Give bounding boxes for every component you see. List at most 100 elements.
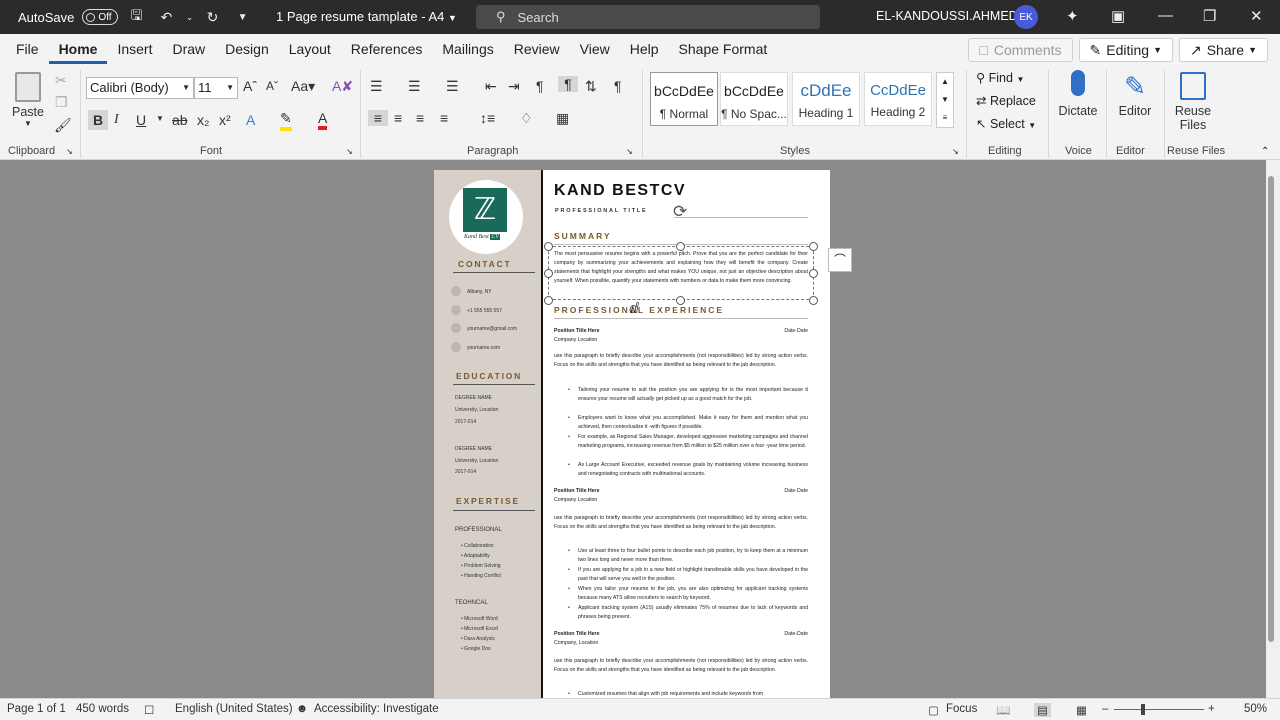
bullets-icon[interactable]: ☰ xyxy=(370,78,383,95)
format-painter-icon[interactable]: 🖌 xyxy=(54,117,72,134)
cut-icon[interactable]: ✂ xyxy=(55,72,67,89)
close-icon[interactable]: ✕ xyxy=(1250,7,1263,25)
text-box-selection[interactable] xyxy=(548,246,814,300)
align-right-icon[interactable]: ≡ xyxy=(416,110,424,126)
reuse-files-button[interactable]: Reuse Files xyxy=(1168,70,1218,132)
user-name[interactable]: EL-KANDOUSSI.AHMED xyxy=(876,9,1018,23)
zoom-slider-thumb[interactable] xyxy=(1141,704,1145,715)
tab-insert[interactable]: Insert xyxy=(107,34,162,64)
focus-button[interactable]: Focus xyxy=(946,703,977,715)
resize-handle[interactable] xyxy=(544,242,553,251)
copy-icon[interactable]: ❐ xyxy=(55,94,68,111)
scrollbar-thumb[interactable] xyxy=(1268,176,1274,642)
superscript-icon[interactable]: x² xyxy=(219,112,231,128)
proofing-icon[interactable]: ☐ xyxy=(144,703,154,717)
font-size-select[interactable]: 11 ▼ xyxy=(194,77,238,99)
clear-formatting-icon[interactable]: A✘ xyxy=(332,78,353,95)
tab-file[interactable]: File xyxy=(6,34,49,64)
save-icon[interactable]: 🖫 xyxy=(126,5,148,29)
shrink-font-icon[interactable]: Aˇ xyxy=(266,79,278,93)
find-button[interactable]: ⚲ Find ▼ xyxy=(976,70,1024,85)
clipboard-launcher-icon[interactable]: ↘ xyxy=(66,147,73,156)
resize-handle[interactable] xyxy=(544,269,553,278)
word-count[interactable]: 450 words xyxy=(76,703,129,715)
ribbon-display-icon[interactable]: ▣ xyxy=(1111,7,1125,25)
resize-handle[interactable] xyxy=(544,296,553,305)
tab-shape-format[interactable]: Shape Format xyxy=(669,34,778,64)
read-mode-icon[interactable]: 📖 xyxy=(996,703,1010,717)
font-name-select[interactable]: Calibri (Body) ▼ xyxy=(86,77,194,99)
tab-review[interactable]: Review xyxy=(504,34,570,64)
ltr-icon[interactable]: ¶ xyxy=(536,78,544,94)
collapse-ribbon-icon[interactable]: ⌃ xyxy=(1261,146,1269,157)
share-button[interactable]: ↗ Share ▼ xyxy=(1178,38,1268,62)
customize-toolbar-icon[interactable]: ▼ xyxy=(232,12,254,23)
change-case-icon[interactable]: Aa▾ xyxy=(291,78,315,95)
highlight-icon[interactable]: ✎ xyxy=(280,110,292,131)
resize-handle[interactable] xyxy=(809,296,818,305)
undo-icon[interactable]: ↶ xyxy=(156,9,178,26)
rotate-handle-icon[interactable]: ⟳ xyxy=(673,202,687,222)
underline-dropdown-icon[interactable]: ▼ xyxy=(156,114,164,123)
zoom-level[interactable]: 50% xyxy=(1244,703,1267,715)
tab-view[interactable]: View xyxy=(570,34,620,64)
styles-scroll[interactable]: ▲ ▼ ≡ xyxy=(936,72,954,128)
zoom-slider[interactable] xyxy=(1114,709,1204,710)
resize-handle[interactable] xyxy=(676,296,685,305)
shading-icon[interactable]: ♢ xyxy=(520,110,533,127)
tab-design[interactable]: Design xyxy=(215,34,279,64)
decrease-indent-icon[interactable]: ⇤ xyxy=(485,78,497,95)
resize-handle[interactable] xyxy=(809,269,818,278)
paste-button[interactable]: Paste ▼ xyxy=(10,72,46,128)
page-count[interactable]: Page 1 of 1 xyxy=(7,703,66,715)
resize-handle[interactable] xyxy=(809,242,818,251)
document-title[interactable]: 1 Page resume tamplate - A4 ▼ xyxy=(276,9,457,24)
replace-button[interactable]: ⇄ Replace xyxy=(976,93,1036,108)
tab-draw[interactable]: Draw xyxy=(162,34,215,64)
comments-button[interactable]: □ Comments xyxy=(968,38,1073,62)
strikethrough-icon[interactable]: ab xyxy=(172,112,188,128)
style-heading-2[interactable]: CcDdEe Heading 2 xyxy=(864,72,932,126)
align-left-icon[interactable]: ≡ xyxy=(368,110,388,126)
search-box[interactable]: ⚲ Search xyxy=(476,5,820,29)
resize-handle[interactable] xyxy=(676,242,685,251)
style-heading-1[interactable]: cDdEe Heading 1 xyxy=(792,72,860,126)
bold-icon[interactable]: B xyxy=(88,110,108,130)
line-spacing-icon[interactable]: ↕≡ xyxy=(480,110,495,126)
subscript-icon[interactable]: x₂ xyxy=(197,112,209,128)
autosave-toggle[interactable]: Off xyxy=(82,9,118,25)
minimize-icon[interactable]: — xyxy=(1158,7,1173,24)
underline-icon[interactable]: U xyxy=(136,112,146,128)
multilevel-list-icon[interactable]: ☰ xyxy=(446,78,459,95)
editor-button[interactable]: ✎ Editor xyxy=(1112,70,1158,118)
editing-mode-button[interactable]: ✎ Editing ▼ xyxy=(1078,38,1173,62)
undo-dropdown-icon[interactable]: ⌄ xyxy=(186,12,194,23)
restore-icon[interactable]: ❐ xyxy=(1203,7,1216,25)
sort-icon[interactable]: ⇅ xyxy=(585,78,597,95)
rtl-icon[interactable]: ¶ xyxy=(558,76,578,92)
web-layout-icon[interactable]: ▦ xyxy=(1076,703,1087,717)
paragraph-launcher-icon[interactable]: ↘ xyxy=(626,147,633,156)
zoom-out-icon[interactable]: – xyxy=(1102,703,1108,715)
dictate-button[interactable]: Dictate xyxy=(1056,70,1100,118)
align-center-icon[interactable]: ≡ xyxy=(394,110,402,126)
font-launcher-icon[interactable]: ↘ xyxy=(346,147,353,156)
designer-icon[interactable]: ✦ xyxy=(1066,7,1079,25)
justify-icon[interactable]: ≡ xyxy=(440,110,448,126)
layout-options-button[interactable]: ⌒ xyxy=(828,248,852,272)
print-layout-icon[interactable]: ▤ xyxy=(1034,703,1051,717)
show-marks-icon[interactable]: ¶ xyxy=(614,78,622,94)
tab-help[interactable]: Help xyxy=(620,34,669,64)
tab-references[interactable]: References xyxy=(341,34,433,64)
styles-launcher-icon[interactable]: ↘ xyxy=(952,147,959,156)
italic-icon[interactable]: I xyxy=(114,112,119,128)
style-no-spacing[interactable]: bCcDdEe ¶ No Spac... xyxy=(720,72,788,126)
accessibility-status[interactable]: Accessibility: Investigate xyxy=(314,703,439,715)
language[interactable]: English (United States) xyxy=(175,703,293,715)
numbering-icon[interactable]: ☰ xyxy=(408,78,421,95)
zoom-in-icon[interactable]: + xyxy=(1208,703,1215,715)
grow-font-icon[interactable]: Aˆ xyxy=(243,78,257,94)
tab-home[interactable]: Home xyxy=(48,34,108,64)
tab-layout[interactable]: Layout xyxy=(279,34,341,64)
borders-icon[interactable]: ▦ xyxy=(556,110,569,127)
